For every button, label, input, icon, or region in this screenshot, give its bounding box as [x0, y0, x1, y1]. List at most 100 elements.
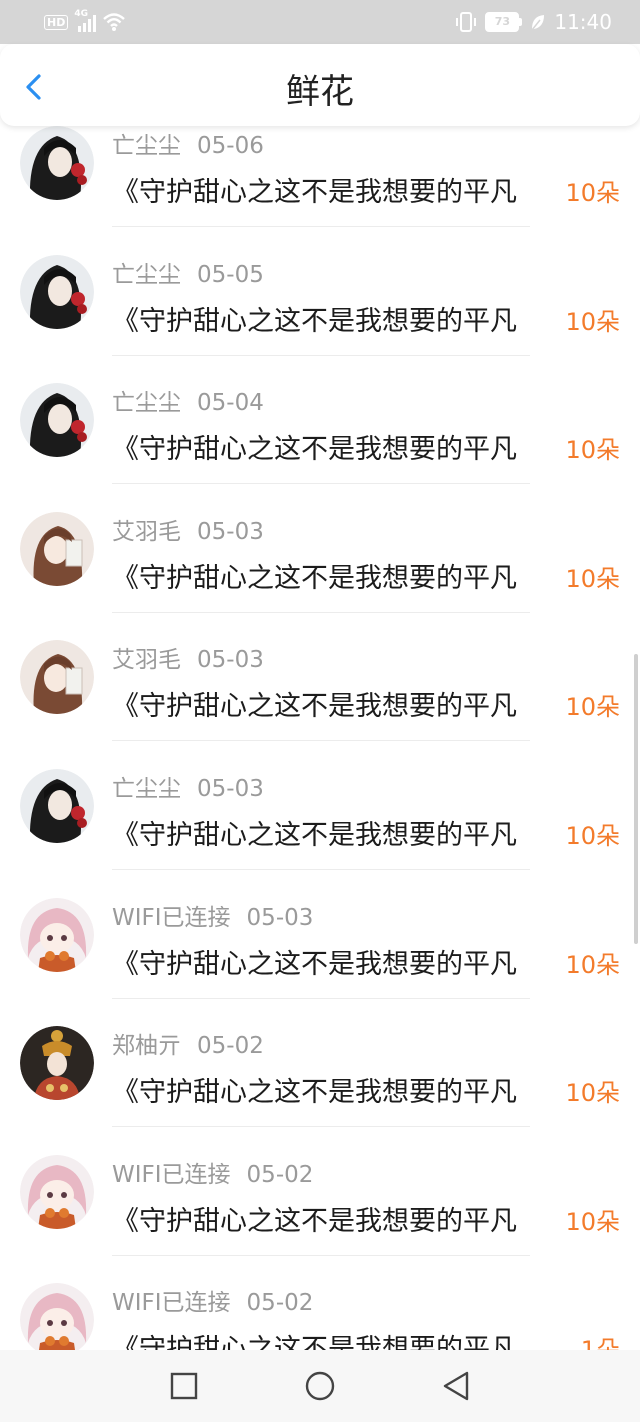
username[interactable]: WIFI已连接 — [112, 905, 231, 931]
book-title[interactable]: 《守护甜心之这不是我想要的平凡 — [112, 427, 536, 466]
flower-count: 10朵 — [565, 1207, 620, 1236]
list-item[interactable]: 艾羽毛 05-03 《守护甜心之这不是我想要的平凡 10朵 — [0, 640, 640, 769]
item-meta: 亡尘尘 05-03 — [112, 769, 264, 803]
avatar[interactable] — [20, 254, 94, 329]
list-item[interactable]: WIFI已连接 05-03 《守护甜心之这不是我想要的平凡 10朵 — [0, 897, 640, 1027]
book-title[interactable]: 《守护甜心之这不是我想要的平凡 — [112, 1070, 536, 1109]
avatar[interactable] — [20, 640, 94, 715]
item-meta: WIFI已连接 05-02 — [112, 1155, 313, 1189]
list-item[interactable]: WIFI已连接 05-02 《守护甜心之这不是我想要的平凡 1朵 — [0, 1283, 640, 1350]
username[interactable]: 亡尘尘 — [112, 262, 181, 288]
battery-icon: 73 — [485, 12, 523, 32]
system-navigation-bar — [0, 1350, 640, 1422]
list-item[interactable]: 亡尘尘 05-03 《守护甜心之这不是我想要的平凡 10朵 — [0, 769, 640, 898]
book-title[interactable]: 《守护甜心之这不是我想要的平凡 — [112, 684, 536, 723]
date: 05-03 — [197, 647, 264, 674]
divider — [112, 611, 530, 613]
date: 05-05 — [197, 261, 264, 288]
hd-badge: HD — [44, 14, 69, 30]
flower-count: 10朵 — [565, 179, 620, 207]
date: 05-03 — [197, 776, 264, 802]
avatar[interactable] — [20, 769, 94, 843]
item-meta: 艾羽毛 05-03 — [112, 640, 264, 674]
username[interactable]: WIFI已连接 — [112, 1162, 231, 1188]
avatar[interactable] — [20, 383, 94, 458]
leaf-icon — [531, 15, 545, 31]
username[interactable]: 艾羽毛 — [112, 647, 181, 673]
item-meta: 亡尘尘 05-04 — [112, 383, 264, 417]
list-item[interactable]: 亡尘尘 05-05 《守护甜心之这不是我想要的平凡 10朵 — [0, 254, 640, 384]
flower-count: 10朵 — [565, 307, 620, 336]
network-4g-icon: 4G — [74, 9, 97, 32]
square-icon — [170, 1372, 198, 1400]
item-meta: 艾羽毛 05-03 — [112, 512, 264, 546]
book-title[interactable]: 《守护甜心之这不是我想要的平凡 — [112, 556, 536, 595]
username[interactable]: 亡尘尘 — [112, 390, 181, 416]
flower-gift-list[interactable]: 亡尘尘 05-06 《守护甜心之这不是我想要的平凡 10朵 亡尘尘 05-05 《守… — [0, 126, 640, 1350]
list-item[interactable]: WIFI已连接 05-02 《守护甜心之这不是我想要的平凡 10朵 — [0, 1154, 640, 1284]
divider — [112, 869, 530, 870]
circle-icon — [305, 1371, 335, 1401]
scrollbar[interactable] — [634, 654, 638, 944]
book-title[interactable]: 《守护甜心之这不是我想要的平凡 — [112, 942, 536, 981]
triangle-back-icon — [443, 1371, 469, 1401]
divider — [112, 740, 530, 742]
date: 05-03 — [197, 518, 264, 545]
username[interactable]: 郑柚亓 — [112, 1033, 181, 1059]
list-item[interactable]: 亡尘尘 05-06 《守护甜心之这不是我想要的平凡 10朵 — [0, 126, 640, 255]
back-button[interactable] — [436, 1366, 476, 1406]
item-meta: WIFI已连接 05-02 — [112, 1283, 313, 1317]
date: 05-02 — [246, 1290, 314, 1317]
date: 05-02 — [246, 1161, 314, 1188]
recents-button[interactable] — [164, 1366, 204, 1406]
wifi-icon — [103, 13, 126, 31]
avatar[interactable] — [20, 126, 94, 200]
flower-count: 10朵 — [565, 436, 620, 465]
avatar[interactable] — [20, 511, 94, 586]
flower-count: 10朵 — [565, 693, 620, 722]
date: 05-06 — [197, 133, 264, 159]
avatar[interactable] — [20, 1154, 94, 1229]
book-title[interactable]: 《守护甜心之这不是我想要的平凡 — [112, 299, 536, 338]
divider — [112, 354, 530, 356]
book-title[interactable]: 《守护甜心之这不是我想要的平凡 — [112, 813, 536, 852]
item-meta: 亡尘尘 05-05 — [112, 255, 264, 289]
status-left: HD 4G — [44, 9, 126, 33]
item-meta: 亡尘尘 05-06 — [112, 126, 264, 160]
status-bar: HD 4G 73 11:40 — [0, 0, 640, 44]
list-item[interactable]: 郑柚亓 05-02 《守护甜心之这不是我想要的平凡 10朵 — [0, 1026, 640, 1155]
flower-count: 10朵 — [565, 822, 620, 850]
date: 05-04 — [197, 390, 264, 417]
flower-count: 10朵 — [565, 950, 620, 979]
app-header: 鲜花 — [0, 44, 640, 126]
list-item[interactable]: 艾羽毛 05-03 《守护甜心之这不是我想要的平凡 10朵 — [0, 511, 640, 641]
avatar[interactable] — [20, 1026, 94, 1101]
flower-count: 1朵 — [581, 1330, 620, 1350]
book-title[interactable]: 《守护甜心之这不是我想要的平凡 — [112, 1327, 536, 1350]
list-item[interactable]: 亡尘尘 05-04 《守护甜心之这不是我想要的平凡 10朵 — [0, 383, 640, 512]
clock: 11:40 — [554, 10, 612, 34]
username[interactable]: 艾羽毛 — [112, 519, 181, 545]
book-title[interactable]: 《守护甜心之这不是我想要的平凡 — [112, 1199, 536, 1238]
divider — [112, 997, 530, 999]
username[interactable]: WIFI已连接 — [112, 1290, 231, 1316]
status-right: 73 11:40 — [455, 10, 612, 34]
item-meta: 郑柚亓 05-02 — [112, 1026, 264, 1060]
divider — [112, 483, 530, 485]
home-button[interactable] — [300, 1366, 340, 1406]
item-meta: WIFI已连接 05-03 — [112, 898, 313, 932]
divider — [112, 1254, 530, 1256]
username[interactable]: 亡尘尘 — [112, 776, 181, 802]
username[interactable]: 亡尘尘 — [112, 133, 181, 159]
page-title: 鲜花 — [286, 72, 354, 112]
date: 05-03 — [246, 904, 314, 931]
avatar[interactable] — [20, 897, 94, 972]
book-title[interactable]: 《守护甜心之这不是我想要的平凡 — [112, 170, 536, 209]
date: 05-02 — [197, 1033, 264, 1060]
flower-count: 10朵 — [565, 1079, 620, 1108]
divider — [112, 226, 530, 227]
flower-count: 10朵 — [565, 564, 620, 593]
avatar[interactable] — [20, 1283, 94, 1350]
divider — [112, 1126, 530, 1128]
vibrate-icon — [456, 12, 477, 32]
